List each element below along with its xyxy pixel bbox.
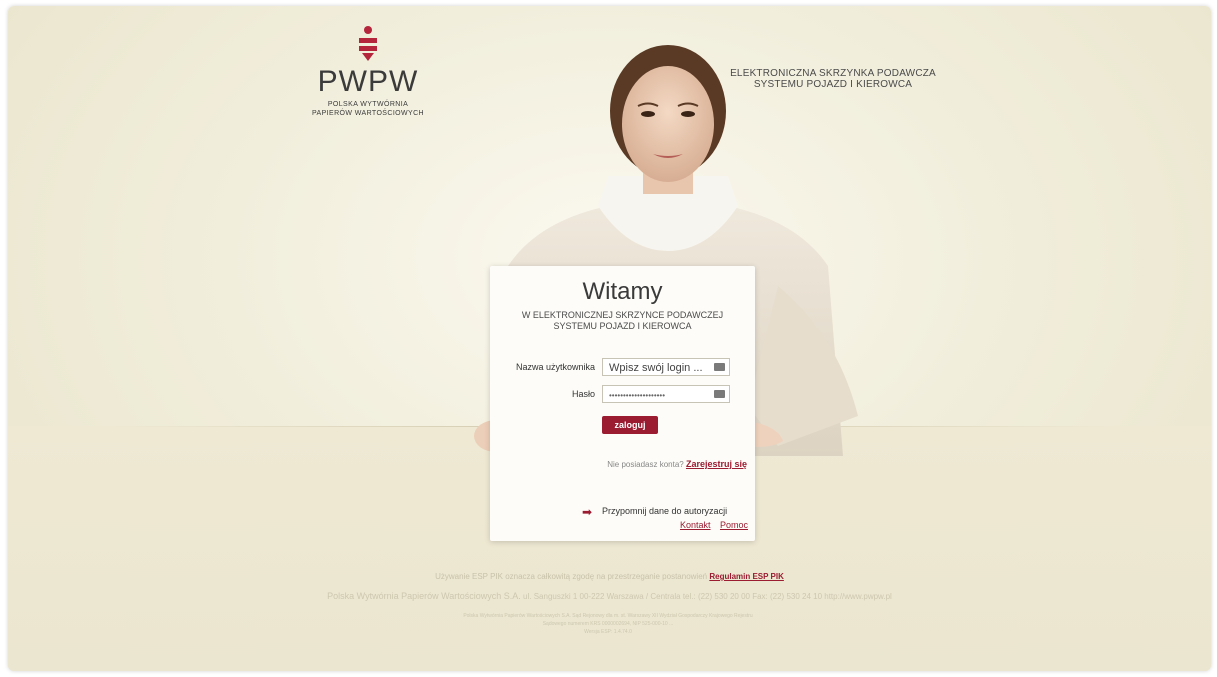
company-name: Polska Wytwórnia Papierów Wartościowych … bbox=[327, 591, 521, 601]
no-account-text: Nie posiadasz konta? bbox=[607, 460, 684, 469]
username-input[interactable] bbox=[602, 358, 730, 376]
remind-credentials-link[interactable]: Przypomnij dane do autoryzacji bbox=[602, 506, 727, 516]
welcome-heading: Witamy bbox=[582, 278, 663, 305]
welcome-subtitle-line2: SYSTEMU POJAZD I KIEROWCA bbox=[553, 321, 692, 331]
terms-notice: Używanie ESP PIK oznacza całkowitą zgodę… bbox=[8, 572, 1211, 581]
logo-subtitle-line1: POLSKA WYTWÓRNIA bbox=[327, 101, 409, 108]
register-link[interactable]: Zarejestruj się bbox=[686, 459, 747, 469]
password-label: Hasło bbox=[571, 389, 595, 399]
login-button[interactable]: zaloguj bbox=[602, 416, 658, 434]
legal-line2: Sądowego numerem KRS 0000002694, NIP 525… bbox=[542, 621, 674, 627]
register-prompt: Nie posiadasz konta? Zarejestruj się bbox=[607, 459, 747, 469]
company-address: ul. Sanguszki 1 00-222 Warszawa / Centra… bbox=[523, 592, 892, 601]
arrow-right-icon: ➡ bbox=[582, 505, 593, 519]
help-link[interactable]: Pomoc bbox=[720, 520, 748, 530]
username-label: Nazwa użytkownika bbox=[515, 362, 595, 372]
logo-wordmark: PWPW bbox=[317, 65, 419, 98]
terms-text: Używanie ESP PIK oznacza całkowitą zgodę… bbox=[435, 572, 708, 581]
welcome-subtitle-line1: W ELEKTRONICZNEJ SKRZYNCE PODAWCZEJ bbox=[521, 310, 724, 320]
pwpw-logo: PWPW POLSKA WYTWÓRNIA PAPIERÓW WARTOŚCIO… bbox=[298, 26, 438, 118]
virtual-keyboard-icon[interactable] bbox=[714, 363, 725, 371]
virtual-keyboard-icon[interactable] bbox=[714, 390, 725, 398]
pwpw-emblem-icon bbox=[356, 26, 380, 62]
legal-line3: Wersja ESP: 1.4.74.0 bbox=[584, 629, 632, 635]
logo-subtitle: POLSKA WYTWÓRNIA PAPIERÓW WARTOŚCIOWYCH bbox=[298, 100, 438, 118]
login-card: Witamy W ELEKTRONICZNEJ SKRZYNCE PODAWCZ… bbox=[490, 266, 755, 541]
legal-line1: Polska Wytwórnia Papierów Wartościowych … bbox=[463, 613, 753, 619]
company-info: Polska Wytwórnia Papierów Wartościowych … bbox=[8, 591, 1211, 601]
welcome-subtitle: W ELEKTRONICZNEJ SKRZYNCE PODAWCZEJ SYST… bbox=[500, 310, 745, 332]
contact-link[interactable]: Kontakt bbox=[680, 520, 711, 530]
logo-subtitle-line2: PAPIERÓW WARTOŚCIOWYCH bbox=[312, 110, 424, 117]
page-background: PWPW POLSKA WYTWÓRNIA PAPIERÓW WARTOŚCIO… bbox=[8, 6, 1211, 671]
password-input[interactable] bbox=[602, 385, 730, 403]
legal-info: Polska Wytwórnia Papierów Wartościowych … bbox=[308, 612, 908, 636]
terms-link[interactable]: Regulamin ESP PIK bbox=[709, 572, 784, 581]
